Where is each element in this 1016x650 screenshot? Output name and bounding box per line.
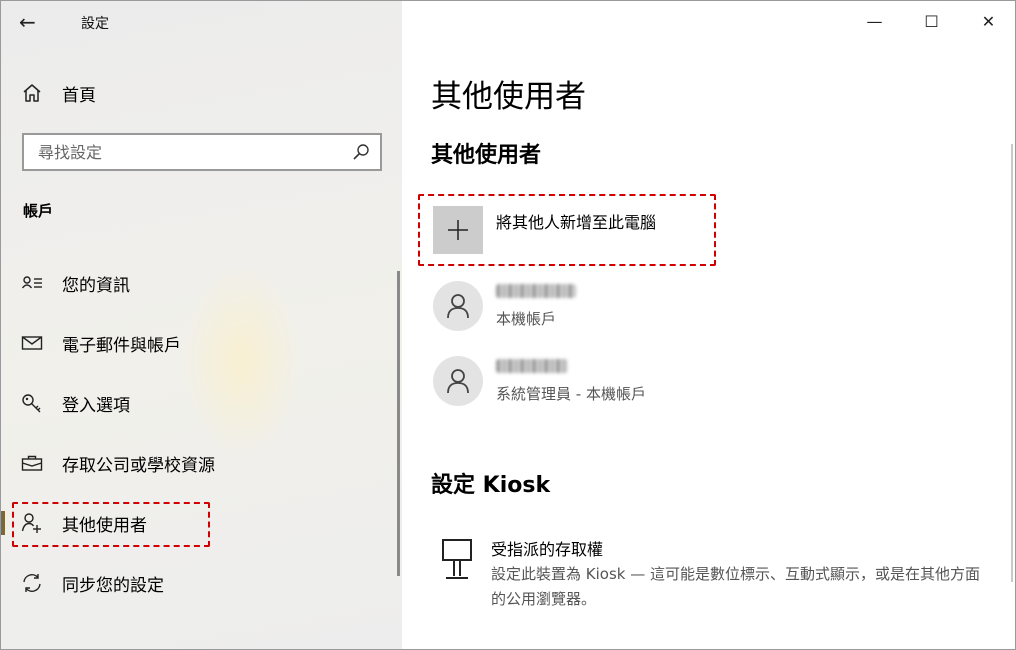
person-icon	[447, 294, 469, 319]
key-icon	[22, 394, 41, 413]
avatar	[433, 281, 483, 331]
content-scrollbar[interactable]	[1011, 144, 1013, 582]
account-type: 本機帳戶	[496, 310, 557, 328]
home-icon	[23, 84, 41, 102]
add-user-label: 將其他人新增至此電腦	[496, 213, 657, 232]
kiosk-item-description: 設定此裝置為 Kiosk — 這可能是數位標示、互動式顯示，或是在其他方面的公用…	[491, 565, 980, 608]
window-title: 設定	[81, 16, 109, 32]
search-input[interactable]	[38, 135, 358, 169]
highlight-box-sidebar	[12, 502, 210, 547]
plus-tile[interactable]	[433, 206, 483, 254]
sidebar-scrollbar[interactable]	[397, 271, 400, 576]
section-heading-kiosk: 設定 Kiosk	[431, 473, 551, 498]
close-button[interactable]: ✕	[960, 1, 1015, 41]
person-icon	[447, 369, 469, 394]
briefcase-icon	[21, 455, 43, 471]
avatar	[433, 356, 483, 406]
sidebar-item-label: 首頁	[62, 85, 96, 106]
plus-icon	[448, 220, 468, 240]
account-type: 系統管理員 - 本機帳戶	[496, 385, 646, 403]
minimize-button[interactable]: —	[846, 1, 903, 41]
sidebar-item-label: 存取公司或學校資源	[62, 455, 215, 476]
sidebar-item-email-accounts[interactable]: 電子郵件與帳戶	[1, 323, 402, 363]
sync-icon	[23, 574, 41, 592]
page-title: 其他使用者	[431, 79, 586, 115]
assigned-access-item[interactable]: 受指派的存取權 設定此裝置為 Kiosk — 這可能是數位標示、互動式顯示，或是…	[440, 536, 991, 612]
maximize-button[interactable]: ☐	[903, 1, 960, 41]
user-item[interactable]: 系統管理員 - 本機帳戶	[433, 356, 646, 406]
blurred-username	[496, 284, 576, 298]
settings-window: ← 設定 首頁 帳戶 您的資訊	[0, 0, 1016, 650]
sidebar-item-label: 登入選項	[62, 395, 130, 416]
add-user-button[interactable]: 將其他人新增至此電腦	[433, 206, 656, 256]
sidebar-item-label: 同步您的設定	[62, 575, 164, 596]
search-icon[interactable]	[352, 143, 370, 161]
sidebar-item-label: 電子郵件與帳戶	[62, 335, 181, 356]
sidebar-item-work-school[interactable]: 存取公司或學校資源	[1, 443, 402, 483]
window-controls: — ☐ ✕	[846, 1, 1015, 41]
sidebar-item-sync-settings[interactable]: 同步您的設定	[1, 563, 402, 603]
kiosk-icon	[442, 539, 472, 579]
sidebar-item-label: 您的資訊	[62, 275, 130, 296]
sidebar-item-home[interactable]: 首頁	[21, 81, 96, 106]
back-arrow-icon[interactable]: ←	[19, 9, 47, 35]
sidebar: ← 設定 首頁 帳戶 您的資訊	[1, 1, 402, 649]
sidebar-item-your-info[interactable]: 您的資訊	[1, 263, 402, 303]
kiosk-item-title: 受指派的存取權	[491, 540, 604, 559]
person-info-icon	[21, 276, 42, 289]
sidebar-item-sign-in-options[interactable]: 登入選項	[1, 383, 402, 423]
blurred-username	[496, 359, 568, 373]
section-heading-other-users: 其他使用者	[431, 143, 542, 168]
user-item[interactable]: 本機帳戶	[433, 281, 576, 331]
section-label-accounts: 帳戶	[23, 202, 54, 220]
main-content: — ☐ ✕ 其他使用者 其他使用者 將其他人新增至此電腦 本機帳戶 系統管理員 …	[402, 1, 1015, 649]
search-box[interactable]	[22, 133, 382, 171]
mail-icon	[21, 336, 43, 350]
